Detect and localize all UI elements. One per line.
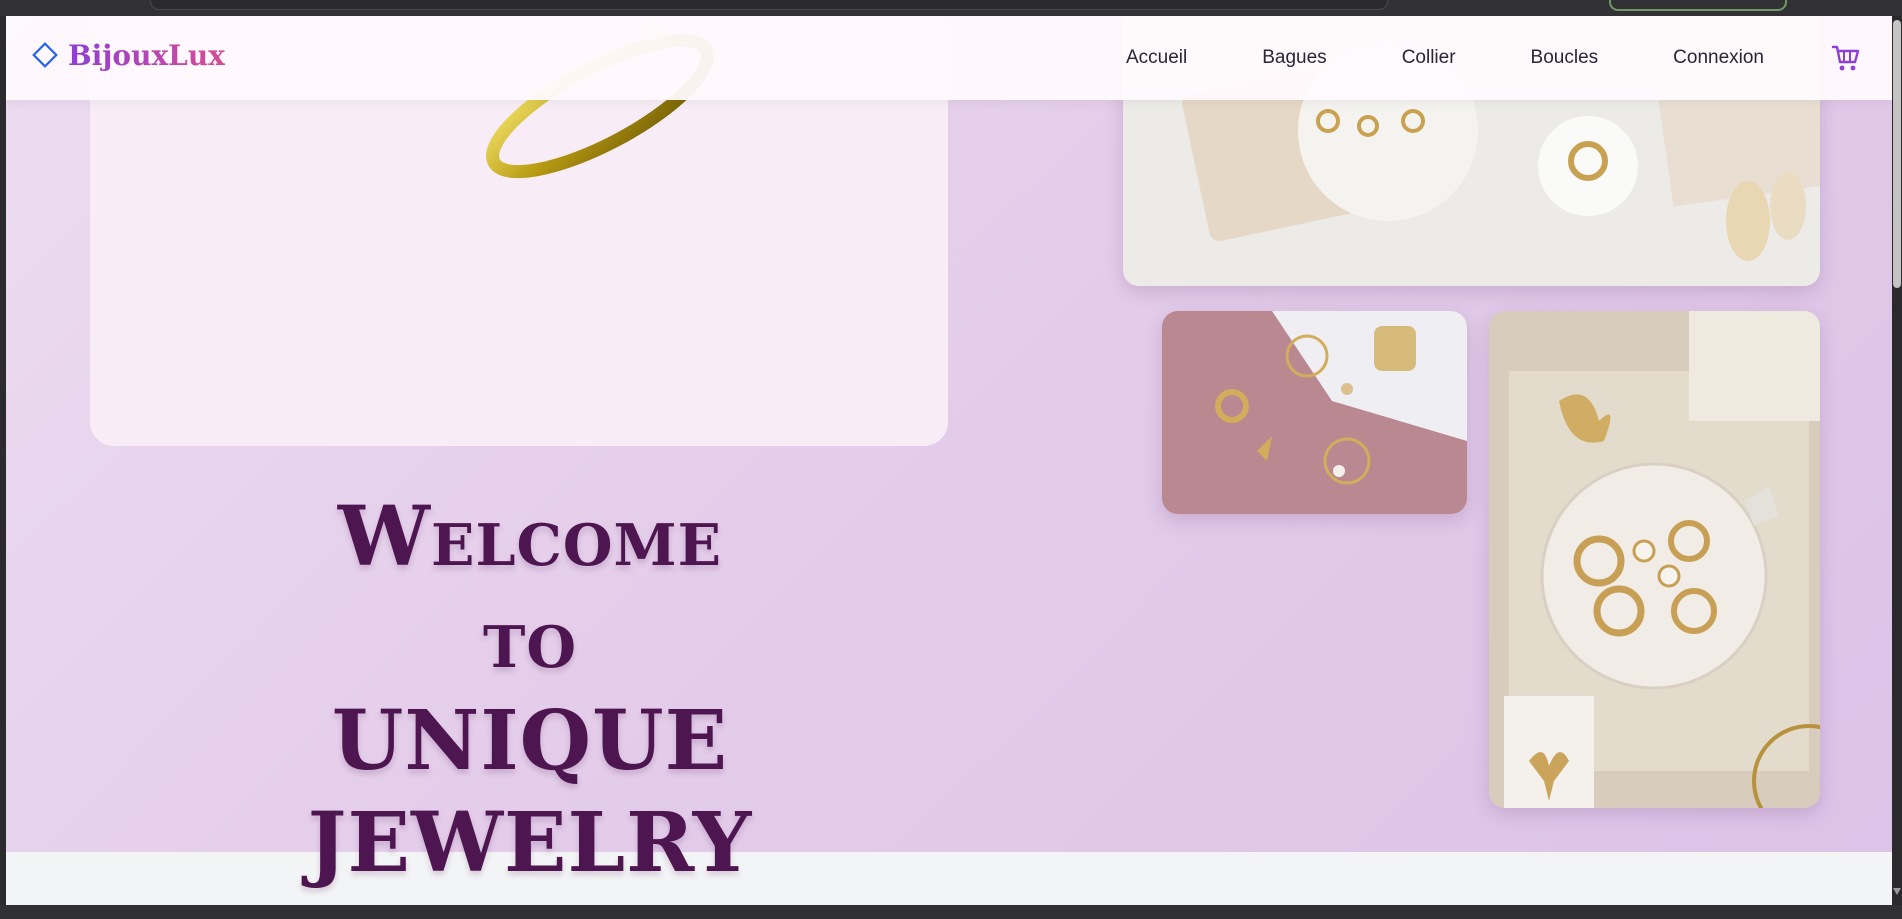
hero-title-line-3: UNIQUE JEWELRY: [307, 693, 753, 891]
hero-title-line-2: to: [482, 591, 578, 687]
earrings-plate-photo: [1489, 311, 1820, 808]
page-viewport: Welcome to UNIQUE JEWELRY BijouxLux Accu…: [6, 16, 1892, 905]
rings-pink-photo: [1162, 311, 1467, 514]
hero-title-line-1: Welcome: [337, 489, 723, 585]
nav-link-bagues[interactable]: Bagues: [1262, 47, 1326, 69]
scroll-down-arrow-icon[interactable]: [1893, 888, 1901, 895]
scrollbar-thumb[interactable]: [1893, 20, 1901, 288]
address-bar[interactable]: [150, 0, 1388, 10]
browser-button[interactable]: [1609, 0, 1787, 11]
nav-link-connexion[interactable]: Connexion: [1673, 47, 1764, 69]
browser-top-bar: [0, 0, 1902, 16]
nav-link-collier[interactable]: Collier: [1402, 47, 1456, 69]
browser-bottom-bar: [0, 905, 1902, 919]
brand-name: BijouxLux: [68, 38, 225, 72]
shopping-cart-icon[interactable]: [1830, 42, 1862, 74]
nav-link-boucles[interactable]: Boucles: [1531, 47, 1599, 69]
hero-section: Welcome to UNIQUE JEWELRY: [6, 16, 1892, 891]
hero-title: Welcome to UNIQUE JEWELRY: [126, 486, 934, 894]
top-navbar: BijouxLux Accueil Bagues Collier Boucles…: [6, 16, 1892, 100]
brand-logo[interactable]: BijouxLux: [28, 38, 225, 72]
nav-link-accueil[interactable]: Accueil: [1126, 47, 1187, 69]
diamond-outline-icon: [32, 42, 58, 68]
nav-links: Accueil Bagues Collier Boucles Connexion: [1051, 16, 1764, 100]
